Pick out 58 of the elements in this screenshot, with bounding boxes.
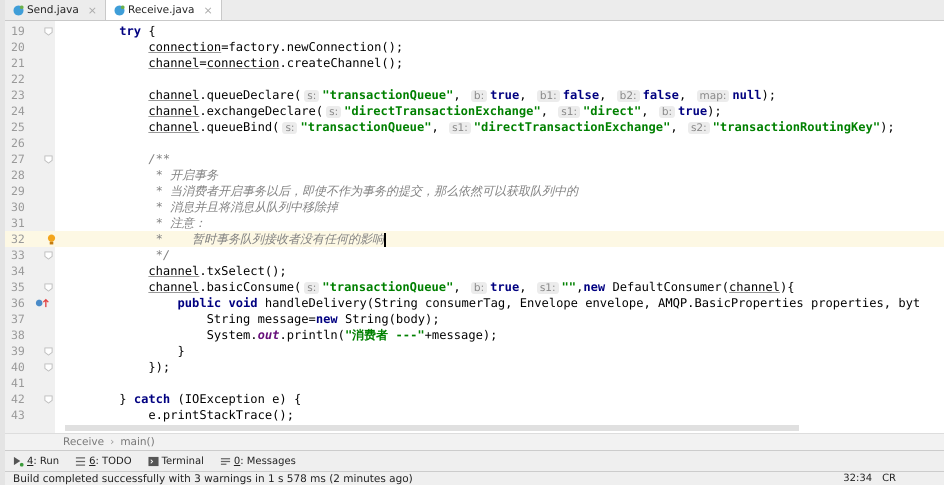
code-line: * 当消费者开启事务以后，即使不作为事务的提交，那么依然可以获取队列中的 xyxy=(154,183,578,199)
line-number: 26 xyxy=(10,136,26,150)
tool-window-button[interactable]: Terminal xyxy=(148,456,204,466)
code-line: * 消息并且将消息从队列中移除掉 xyxy=(154,199,338,215)
line-number: 41 xyxy=(10,376,26,390)
line-number: 35 xyxy=(10,280,26,294)
line-number: 37 xyxy=(10,312,26,326)
line-number: 40 xyxy=(10,360,26,374)
tool-window-button[interactable]: 6: TODO xyxy=(75,456,132,466)
code-line: } xyxy=(176,343,185,359)
code-line: channel=connection.createChannel(); xyxy=(147,55,404,71)
code-line: connection=factory.newConnection(); xyxy=(147,39,404,55)
code-line: try { xyxy=(118,23,156,39)
code-line: channel.queueDeclare( s: "transactionQueue", b: true, b1: false, b2: false, map: null); xyxy=(147,86,776,104)
file-tab[interactable]: Receive.java × xyxy=(106,0,222,20)
code-line: * 开启事务 xyxy=(154,167,218,183)
code-line: System.out.println("消费者 ---"+message); xyxy=(206,327,498,343)
line-number: 39 xyxy=(10,344,26,358)
code-line: * 注意： xyxy=(154,215,206,231)
line-number: 21 xyxy=(10,56,26,70)
line-number: 29 xyxy=(10,184,26,198)
line-number: 23 xyxy=(10,88,26,102)
code-line: /** xyxy=(147,151,170,167)
caret-position[interactable]: 32:34 xyxy=(843,473,872,484)
code-line: channel.exchangeDeclare( s: "directTransactionExchange", s1: "direct", b: true); xyxy=(147,102,722,120)
code-line: e.printStackTrace(); xyxy=(147,407,294,423)
line-number: 33 xyxy=(10,248,26,262)
tool-window-button[interactable]: 4: Run xyxy=(13,456,60,466)
line-number: 42 xyxy=(10,392,26,406)
line-separator[interactable]: CR xyxy=(882,473,896,484)
status-message: Build completed successfully with 3 warnings in 1 s 578 ms (2 minutes ago) xyxy=(13,472,414,484)
breadcrumb-item[interactable]: Receive xyxy=(63,436,104,448)
line-number: 34 xyxy=(10,264,26,278)
line-number: 22 xyxy=(10,72,26,86)
line-number: 24 xyxy=(10,104,26,118)
line-number: 43 xyxy=(10,408,26,422)
line-number: 28 xyxy=(10,168,26,182)
line-number: 32 xyxy=(10,232,26,246)
line-number: 25 xyxy=(10,120,26,134)
breadcrumb-item[interactable]: main() xyxy=(120,436,155,448)
line-number: 36 xyxy=(10,296,26,310)
tool-window-button[interactable]: 0: Messages xyxy=(220,456,296,466)
code-line: channel.queueBind( s: "transactionQueue", s1: "directTransactionExchange", s2: "transactionRoutingKey"); xyxy=(147,118,895,136)
code-line: channel.txSelect(); xyxy=(147,263,287,279)
line-number: 38 xyxy=(10,328,26,342)
code-line: String message=new String(body); xyxy=(206,311,440,327)
code-line: channel.basicConsume( s: "transactionQueue", b: true, s1: "",new DefaultConsumer(channel){ xyxy=(147,278,795,296)
code-line: * 暂时事务队列接收者没有任何的影响 xyxy=(154,231,386,247)
line-number: 20 xyxy=(10,40,26,54)
chevron-icon: › xyxy=(110,436,114,448)
code-line: } catch (IOException e) { xyxy=(118,391,302,407)
line-number: 30 xyxy=(10,200,26,214)
line-number: 19 xyxy=(10,24,26,38)
line-number: 31 xyxy=(10,216,26,230)
code-line: }); xyxy=(147,359,170,375)
code-line: public void handleDelivery(String consumerTag, Envelope envelope, AMQP.BasicProperties properties, byt xyxy=(176,295,920,311)
line-number: 27 xyxy=(10,152,26,166)
code-line: */ xyxy=(154,247,170,263)
